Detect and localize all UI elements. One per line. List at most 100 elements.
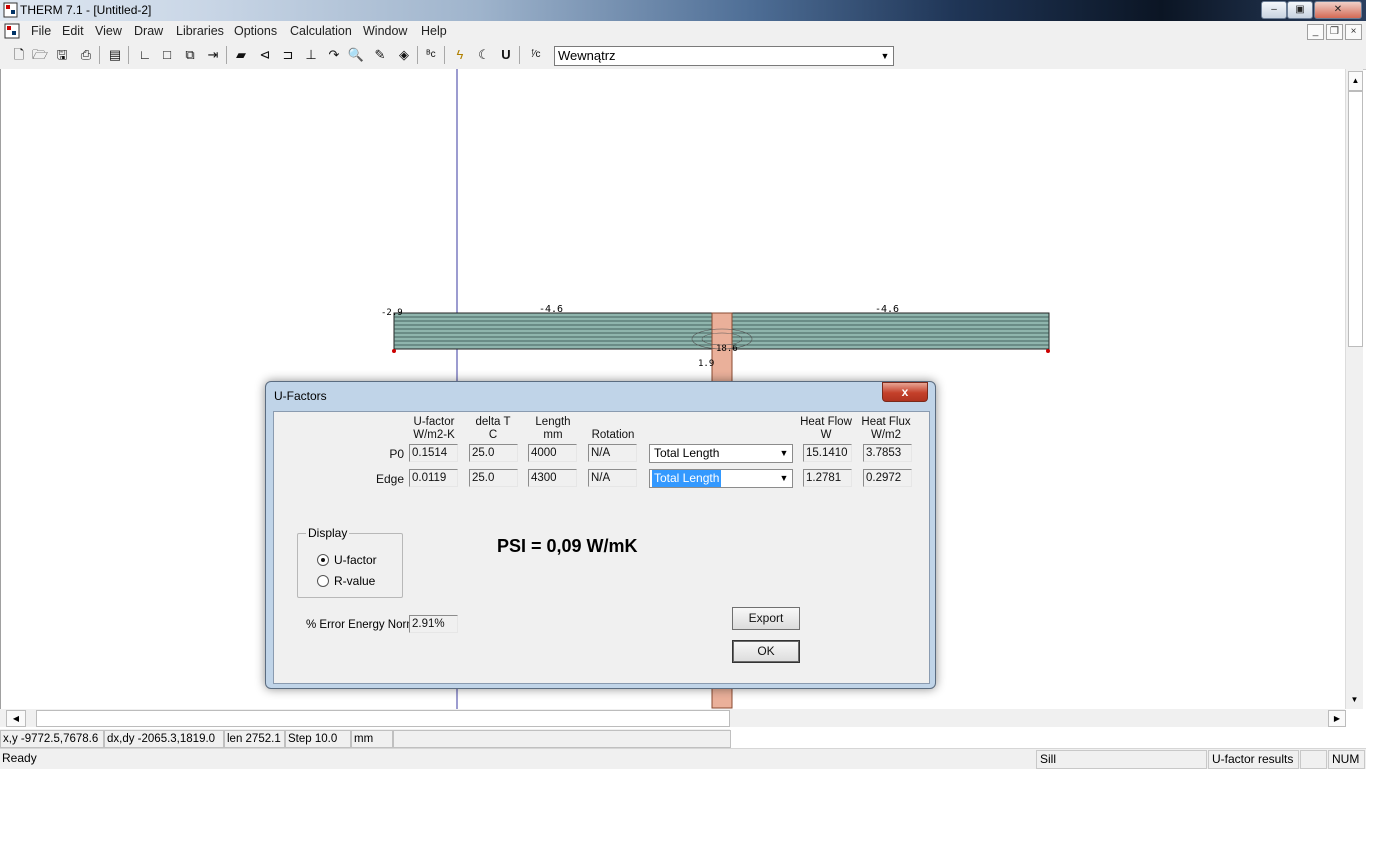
move-icon[interactable]: ⊥ [302, 46, 320, 64]
fill-void-icon[interactable]: ◈ [395, 46, 413, 64]
coord-blank [393, 730, 731, 748]
status-bar: Ready Sill U-factor results NUM [0, 748, 1366, 769]
edge-heatflux-field: 0.2972 [863, 469, 912, 487]
header-ufactor-line2: W/m2-K [413, 429, 455, 441]
new-file-icon[interactable]: 🗋 [10, 46, 28, 64]
menu-help[interactable]: Help [421, 24, 447, 38]
temp-label-right: -4.6 [875, 304, 899, 315]
scroll-down-arrow-icon[interactable]: ▼ [1348, 693, 1361, 707]
zoom-icon[interactable]: 🔍 [347, 46, 365, 64]
arc-icon[interactable]: ↷ [325, 46, 343, 64]
minimize-button[interactable]: ‒ [1261, 1, 1287, 19]
header-rotation: Rotation [591, 429, 635, 441]
scroll-up-arrow-icon[interactable]: ▲ [1348, 71, 1363, 91]
close-button[interactable]: ✕ [1314, 1, 1362, 19]
properties-icon[interactable]: ▤ [106, 46, 124, 64]
view-results-icon[interactable]: ☾ [475, 46, 493, 64]
chevron-down-icon[interactable]: ▼ [877, 47, 893, 65]
horizontal-scroll-thumb[interactable] [36, 710, 730, 727]
p0-ufactor-field: 0.1514 [409, 444, 458, 462]
error-norm-field: 2.91% [409, 615, 458, 633]
row-label-p0: P0 [389, 447, 404, 461]
header-ufactor-line1: U-factor [413, 416, 455, 428]
window-title: THERM 7.1 - [Untitled-2] [20, 3, 152, 17]
fill-icon[interactable]: ⧉ [181, 46, 199, 64]
temp-label-small-1: 1.9 [698, 359, 714, 369]
vertical-scroll-thumb[interactable] [1348, 91, 1363, 347]
locate-icon[interactable]: ⇥ [204, 46, 222, 64]
ok-button[interactable]: OK [732, 640, 800, 663]
header-length-line2: mm [543, 429, 563, 441]
temp-label-small-2: 18.6 [716, 344, 738, 354]
status-sill: Sill [1036, 750, 1207, 769]
boundary-condition-value: Wewnątrz [558, 48, 616, 63]
restore-button[interactable]: ▣ [1287, 1, 1313, 19]
boundary-condition-icon[interactable]: ᴮc [422, 46, 440, 64]
calculate-icon[interactable]: ϟ [451, 46, 469, 64]
chevron-down-icon[interactable]: ▼ [776, 470, 792, 487]
vertical-scrollbar[interactable]: ▲ ▼ [1345, 69, 1363, 709]
header-heatflux-line2: W/m2 [870, 429, 902, 441]
header-heatflow-line1: Heat Flow [800, 416, 852, 428]
header-deltat-line1: delta T [475, 416, 511, 428]
polygon-icon[interactable]: ∟ [136, 46, 154, 64]
mdi-restore-button[interactable]: ❐ [1326, 24, 1343, 40]
toolbar-separator [519, 46, 520, 64]
mdi-minimize-button[interactable]: _ [1307, 24, 1324, 40]
app-menu-icon[interactable] [4, 23, 20, 39]
flux-icon[interactable]: ᶠ⁄c [527, 46, 545, 64]
status-ready: Ready [2, 751, 37, 765]
scroll-right-arrow-icon[interactable]: ▶ [1328, 710, 1346, 727]
mdi-close-button[interactable]: × [1345, 24, 1362, 40]
boundary-icon[interactable]: ⊐ [279, 46, 297, 64]
horizontal-scrollbar[interactable]: ◀ ▶ [0, 709, 1346, 727]
menu-file[interactable]: File [31, 24, 51, 38]
insert-point-icon[interactable]: ⊲ [256, 46, 274, 64]
boundary-condition-combo[interactable]: Wewnątrz ▼ [554, 46, 894, 66]
chevron-down-icon[interactable]: ▼ [776, 445, 792, 462]
dialog-title: U-Factors [274, 389, 327, 403]
p0-heatflow-field: 15.1410 [803, 444, 852, 462]
p0-length-basis-select[interactable]: Total Length ▼ [649, 444, 793, 463]
dialog-body: U-factor W/m2-K delta T C Length mm Rota… [273, 411, 930, 684]
material-icon[interactable]: ▰ [232, 46, 250, 64]
print-icon[interactable]: ⎙ [77, 46, 95, 64]
header-heatflow: Heat Flow W [798, 416, 854, 442]
dxdy-readout: dx,dy -2065.3,1819.0 [104, 730, 224, 748]
p0-deltat-field: 25.0 [469, 444, 518, 462]
save-icon[interactable]: 🖫 [53, 46, 71, 64]
menu-edit[interactable]: Edit [62, 24, 84, 38]
scroll-left-arrow-icon[interactable]: ◀ [6, 710, 26, 727]
unit-readout: mm [351, 730, 393, 748]
export-button[interactable]: Export [732, 607, 800, 630]
xy-readout: x,y -9772.5,7678.6 [0, 730, 104, 748]
menu-options[interactable]: Options [234, 24, 277, 38]
edge-length-basis-value: Total Length [652, 470, 722, 487]
menu-calculation[interactable]: Calculation [290, 24, 352, 38]
temp-label-left: -4.6 [539, 304, 563, 315]
header-heatflux: Heat Flux W/m2 [858, 416, 914, 442]
open-folder-icon[interactable]: 🗁 [31, 46, 49, 64]
rvalue-radio-label[interactable]: R-value [334, 574, 375, 588]
menu-libraries[interactable]: Libraries [176, 24, 224, 38]
header-deltat-line2: C [488, 429, 498, 441]
menu-draw[interactable]: Draw [134, 24, 163, 38]
row-label-edge: Edge [375, 472, 404, 486]
header-length-line1: Length [535, 416, 571, 428]
header-ufactor: U-factor W/m2-K [406, 416, 462, 442]
edge-length-basis-select[interactable]: Total Length ▼ [649, 469, 793, 488]
ufactor-radio-label[interactable]: U-factor [334, 553, 377, 567]
u-factors-dialog: U-Factors x U-factor W/m2-K delta T C Le… [265, 381, 936, 689]
toolbar-separator [444, 46, 445, 64]
rvalue-radio[interactable] [317, 575, 329, 587]
menu-window[interactable]: Window [363, 24, 407, 38]
rectangle-icon[interactable]: □ [158, 46, 176, 64]
edge-rotation-field: N/A [588, 469, 637, 487]
ufactor-radio[interactable] [317, 554, 329, 566]
display-group-legend: Display [306, 526, 350, 540]
dialog-close-button[interactable]: x [882, 382, 928, 402]
u-factor-icon[interactable]: U [497, 46, 515, 64]
step-readout: Step 10.0 [285, 730, 351, 748]
pick-color-icon[interactable]: ✎ [371, 46, 389, 64]
menu-view[interactable]: View [95, 24, 122, 38]
